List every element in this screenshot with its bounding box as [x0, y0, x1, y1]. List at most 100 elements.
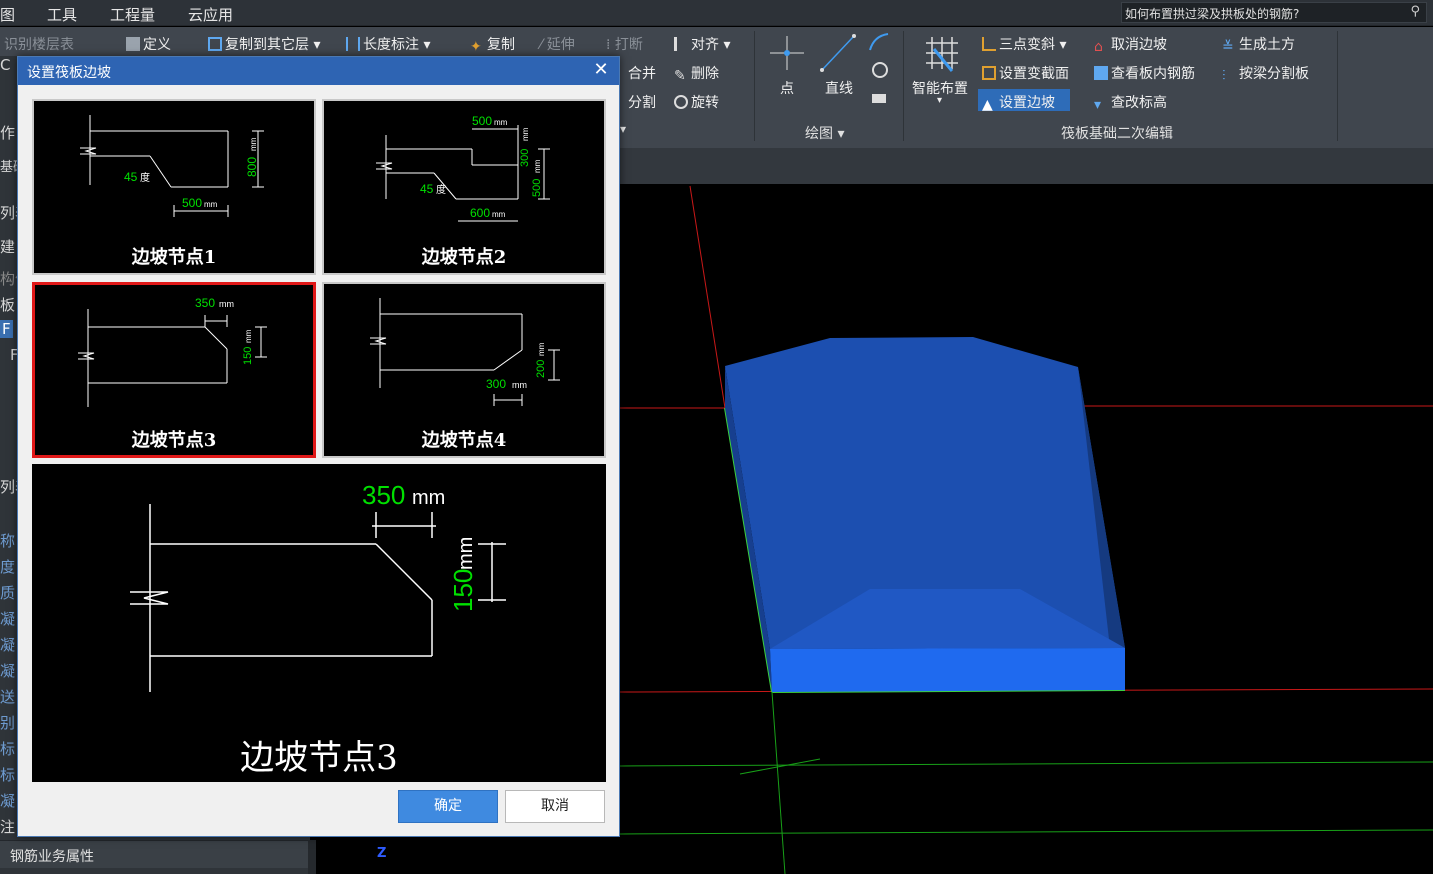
option2-bottom-width-unit: mm — [492, 210, 506, 219]
option3-width-unit: mm — [219, 299, 234, 309]
set-slope-label: 设置边坡 — [999, 95, 1055, 111]
raft-slab-front — [770, 648, 1125, 692]
length-dimension-button[interactable]: 长度标注 ▾ — [346, 34, 430, 54]
cancel-slope-button[interactable]: ⌂ 取消边坡 — [1094, 34, 1167, 55]
rebar-property-row[interactable]: 钢筋业务属性 — [0, 840, 310, 868]
option3-height: 150 — [242, 347, 254, 365]
option2-caption: 边坡节点2 — [421, 247, 507, 268]
menu-item-diagram[interactable]: 图 — [0, 4, 15, 25]
set-slope-button[interactable]: ▲ 设置边坡 — [982, 92, 1055, 113]
preview-height-unit: mm — [455, 537, 477, 570]
search-icon[interactable]: ⚲ — [1410, 4, 1420, 19]
smart-layout-dropdown[interactable]: ▾ — [937, 95, 942, 106]
merge-button[interactable]: 合并 — [628, 63, 656, 83]
preview-width-value: 350 — [362, 480, 405, 510]
panel-fragment: 度 — [0, 558, 16, 576]
panel-scrollbar[interactable] — [308, 840, 316, 874]
rebar-icon — [1094, 66, 1108, 80]
dialog-title-bar[interactable]: 设置筏板边坡 ✕ — [18, 57, 619, 85]
cancel-slope-label: 取消边坡 — [1111, 37, 1167, 53]
option2-angle-unit: 度 — [436, 183, 446, 196]
align-button[interactable]: 对齐 ▾ — [674, 34, 730, 54]
draw-group-text: 绘图 — [805, 126, 833, 142]
split-button[interactable]: 分割 — [628, 92, 656, 112]
section-icon — [982, 66, 996, 80]
set-variable-section-button[interactable]: 设置变截面 — [982, 63, 1069, 83]
panel-fragment: 建 — [0, 238, 16, 256]
delete-button[interactable]: ✎ 删除 — [674, 63, 719, 84]
option1-angle: 45 — [124, 170, 138, 184]
check-elevation-button[interactable]: ▾ 查改标高 — [1094, 92, 1167, 113]
option2-total-height-unit: mm — [533, 159, 542, 173]
define-button[interactable]: 定义 — [126, 34, 171, 54]
copy-button[interactable]: ✦ 复制 — [470, 34, 515, 55]
check-elevation-label: 查改标高 — [1111, 95, 1167, 111]
extend-label: 延伸 — [546, 37, 575, 53]
three-point-slope-label: 三点变斜 — [999, 37, 1055, 53]
menu-item-tools[interactable]: 工具 — [47, 4, 77, 25]
draw-line-button[interactable]: 直线 — [825, 78, 853, 98]
copy-to-other-layer-button[interactable]: 复制到其它层 ▾ — [208, 34, 320, 54]
copy-icon: ✦ — [470, 39, 482, 55]
menu-item-quantity[interactable]: 工程量 — [110, 4, 155, 25]
slope-option-3[interactable]: 350 mm 150 mm 边坡节点3 — [32, 282, 316, 458]
define-icon — [126, 37, 140, 51]
option3-width: 350 — [195, 296, 215, 310]
panel-fragment[interactable]: F — [0, 320, 13, 338]
option3-caption: 边坡节点3 — [131, 430, 217, 451]
panel-fragment: 凝 — [0, 792, 16, 810]
3d-viewport[interactable] — [620, 184, 1433, 874]
split-slab-by-beam-label: 按梁分割板 — [1239, 66, 1309, 82]
rotate-button[interactable]: 旋转 — [674, 92, 719, 112]
option3-height-unit: mm — [244, 329, 253, 343]
preview-height-value: 150 — [448, 569, 478, 612]
raft-edit-group-label: 筏板基础二次编辑 — [1061, 126, 1173, 142]
close-icon[interactable]: ✕ — [591, 59, 611, 81]
extend-button[interactable]: ⁄ 延伸 — [540, 34, 575, 54]
help-search-input[interactable] — [1125, 4, 1400, 22]
cancel-button[interactable]: 取消 — [505, 790, 605, 823]
rebar-property-label: 钢筋业务属性 — [10, 849, 94, 865]
slope-option-2[interactable]: 500 mm 300 mm 45 度 500 mm 600 mm 边坡节点2 — [322, 99, 606, 275]
option4-height: 200 — [535, 360, 547, 378]
panel-fragment: 注 — [0, 818, 16, 836]
panel-fragment: 标 — [0, 740, 16, 758]
three-point-slope-button[interactable]: 三点变斜 ▾ — [982, 34, 1066, 54]
split-slab-by-beam-button[interactable]: ⫶ 按梁分割板 — [1222, 63, 1309, 84]
selected-slope-preview: 350 mm 150 mm 边坡节点3 — [32, 464, 606, 782]
earthwork-icon: ≚ — [1222, 39, 1234, 55]
copy-layer-icon — [208, 37, 222, 51]
align-icon — [674, 37, 688, 51]
set-variable-section-label: 设置变截面 — [999, 66, 1069, 82]
view-slab-rebar-label: 查看板内钢筋 — [1111, 66, 1195, 82]
identify-floor-table-button[interactable]: 识别楼层表 — [4, 34, 74, 54]
view-slab-rebar-button[interactable]: 查看板内钢筋 — [1094, 63, 1195, 83]
option1-width: 500 — [182, 196, 202, 210]
menu-item-cloud[interactable]: 云应用 — [188, 4, 233, 25]
delete-label: 删除 — [691, 66, 719, 82]
draw-group-label[interactable]: 绘图 ▾ — [805, 123, 844, 143]
slope-option-1[interactable]: 45 度 500 mm 800 mm 边坡节点1 — [32, 99, 316, 275]
option2-top-width: 500 — [472, 114, 492, 128]
define-label: 定义 — [143, 37, 171, 53]
option4-caption: 边坡节点4 — [421, 430, 507, 451]
align-label: 对齐 — [691, 37, 719, 53]
eraser-icon: ✎ — [674, 68, 686, 84]
ok-button[interactable]: 确定 — [398, 790, 498, 823]
draw-point-button[interactable]: 点 — [780, 78, 794, 98]
panel-fragment: 别 — [0, 714, 16, 732]
copy-label: 复制 — [487, 37, 515, 53]
generate-earthwork-button[interactable]: ≚ 生成土方 — [1222, 34, 1295, 55]
split-slab-icon: ⫶ — [1222, 68, 1226, 84]
option2-step-height: 300 — [519, 149, 531, 167]
option2-bottom-width: 600 — [470, 206, 490, 220]
set-raft-slope-dialog: 设置筏板边坡 ✕ 45 度 500 mm 800 mm 边坡节点1 500 mm… — [17, 56, 620, 837]
panel-fragment: 凝 — [0, 636, 16, 654]
length-dimension-label: 长度标注 — [363, 37, 419, 53]
modify-group-expander[interactable]: ▾ — [620, 122, 626, 136]
break-button[interactable]: ⁞ 打断 — [606, 34, 643, 54]
slope-option-4[interactable]: 200 mm 300 mm 边坡节点4 — [322, 282, 606, 458]
menu-bar: 图 工具 工程量 云应用 ⚲ — [0, 0, 1433, 26]
preview-width-unit: mm — [412, 487, 445, 509]
ribbon-separator — [903, 31, 904, 141]
